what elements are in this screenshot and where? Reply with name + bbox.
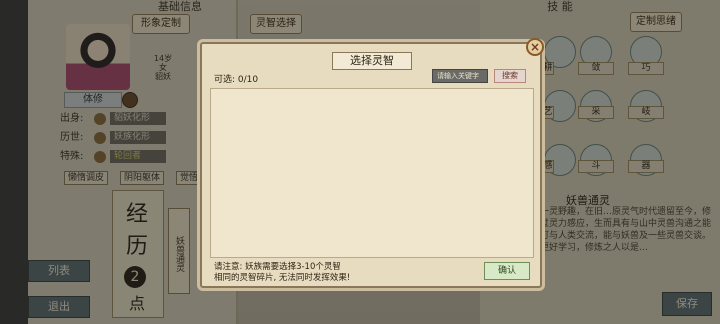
- game-screen: 基础信息 形象定制 灵智选择 14岁 女 貂妖 体修 出身: 貂妖化形 历世: …: [0, 0, 720, 324]
- notice-line-2: 相同的灵智碎片, 无法同时发挥效果!: [214, 273, 351, 283]
- notice-line-1: 请注意: 妖族需要选择3-10个灵智: [214, 262, 341, 272]
- search-input[interactable]: 请输入关键字: [432, 69, 488, 83]
- spirit-list[interactable]: [210, 88, 534, 258]
- dialog-title: 选择灵智: [332, 52, 412, 70]
- spirit-select-dialog: 选择灵智 可选: 0/10 请输入关键字 搜索 请注意: 妖族需要选择3-10个…: [200, 42, 542, 288]
- selected-count: 可选: 0/10: [214, 75, 259, 85]
- close-icon[interactable]: ×: [526, 38, 544, 56]
- confirm-button[interactable]: 确认: [484, 262, 530, 280]
- search-button[interactable]: 搜索: [494, 69, 526, 83]
- notice-text: 请注意: 妖族需要选择3-10个灵智 相同的灵智碎片, 无法同时发挥效果!: [214, 262, 350, 284]
